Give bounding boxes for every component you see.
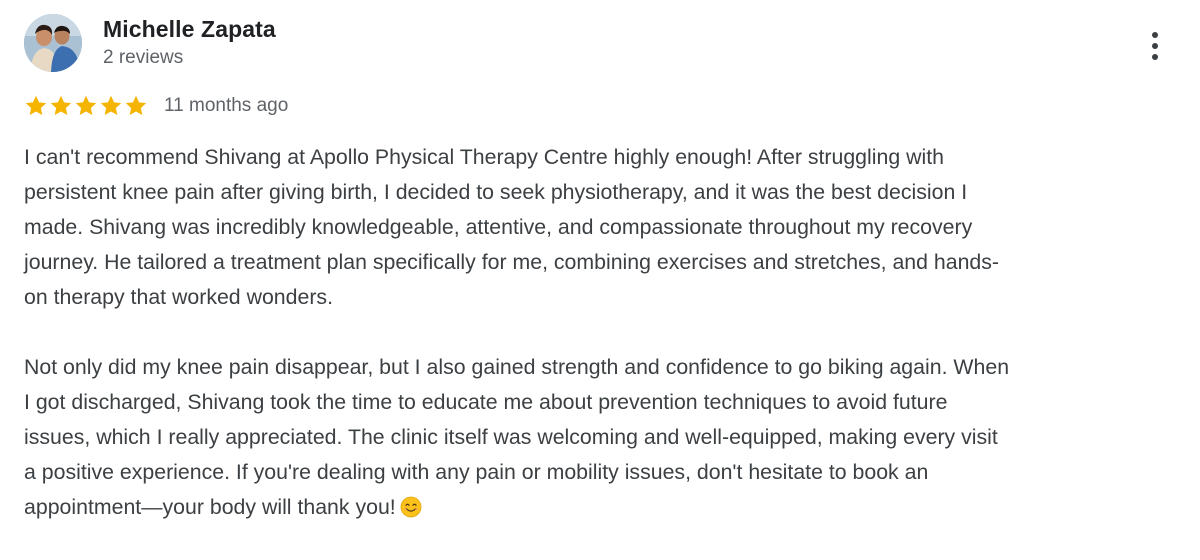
more-vert-icon-dot <box>1152 43 1158 49</box>
rating-row: 11 months ago <box>24 92 288 120</box>
review-card: Michelle Zapata 2 reviews 11 months ago … <box>0 0 1200 560</box>
star-icon <box>50 95 72 116</box>
reviewer-avatar[interactable] <box>24 14 82 72</box>
star-icon <box>100 95 122 116</box>
review-count[interactable]: 2 reviews <box>103 47 183 69</box>
more-vert-icon-dot <box>1152 32 1158 38</box>
profile-photo-icon <box>24 14 82 72</box>
star-rating <box>24 94 148 118</box>
review-date: 11 months ago <box>164 95 289 116</box>
review-text: I can't recommend Shivang at Apollo Phys… <box>24 140 1184 525</box>
star-icon <box>75 95 97 116</box>
star-icon <box>25 95 47 116</box>
more-vert-icon-dot <box>1152 54 1158 60</box>
more-options-button[interactable] <box>1138 26 1172 66</box>
review-paragraph-2-text: Not only did my knee pain disappear, but… <box>24 355 1010 519</box>
review-paragraph-2: Not only did my knee pain disappear, but… <box>24 350 1184 525</box>
review-paragraph-1: I can't recommend Shivang at Apollo Phys… <box>24 145 1000 309</box>
smiling-face-icon <box>400 496 422 518</box>
star-icon <box>125 95 147 116</box>
reviewer-name[interactable]: Michelle Zapata <box>103 16 276 43</box>
